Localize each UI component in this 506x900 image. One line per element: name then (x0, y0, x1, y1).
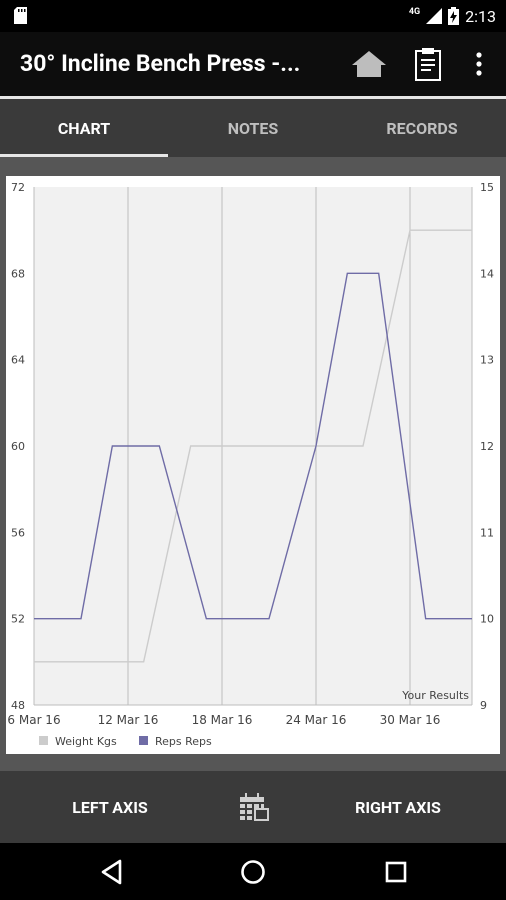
home-button[interactable] (348, 44, 390, 84)
x-tick-label: 18 Mar 16 (192, 713, 253, 727)
left-y-tick-label: 72 (11, 181, 25, 194)
x-tick-label: 24 Mar 16 (286, 713, 347, 727)
left-y-tick-label: 56 (11, 526, 25, 539)
clipboard-button[interactable] (410, 44, 446, 84)
left-axis-button[interactable]: LEFT AXIS (30, 771, 190, 843)
right-y-tick-label: 15 (480, 181, 494, 194)
tab-notes[interactable]: NOTES (169, 99, 337, 157)
battery-icon (448, 7, 460, 25)
legend-swatch (139, 736, 148, 745)
left-y-tick-label: 60 (11, 440, 25, 453)
left-y-tick-label: 68 (11, 267, 25, 280)
tab-bar: CHART NOTES RECORDS (0, 99, 506, 157)
x-tick-label: 6 Mar 16 (7, 713, 60, 727)
clipboard-icon (415, 48, 441, 81)
recents-icon (385, 861, 407, 883)
x-tick-label: 12 Mar 16 (98, 713, 159, 727)
sd-card-icon (14, 7, 27, 24)
status-bar: 4G 2:13 (0, 0, 506, 32)
back-icon (101, 859, 122, 885)
chart-annotation: Your Results (401, 689, 469, 702)
right-y-tick-label: 11 (480, 526, 494, 539)
more-vert-icon (476, 52, 482, 76)
right-y-tick-label: 12 (480, 440, 494, 453)
tab-records-label: RECORDS (386, 118, 458, 138)
recents-button[interactable] (376, 855, 416, 889)
tab-chart-label: CHART (57, 118, 111, 138)
network-type: 4G (408, 7, 421, 17)
calendar-button[interactable] (232, 771, 276, 843)
chart-card: 6 Mar 16 12 Mar 16 18 Mar 16 24 Mar 16 30 Ma… (6, 176, 500, 754)
page-title: 30° Incline Bench Press -... (20, 50, 301, 77)
home-circle-icon (241, 860, 265, 884)
legend-label: Reps Reps (155, 735, 212, 748)
right-axis-button[interactable]: RIGHT AXIS (318, 771, 478, 843)
left-y-tick-label: 64 (11, 354, 25, 367)
signal-icon (426, 8, 443, 24)
tab-records[interactable]: RECORDS (338, 99, 506, 157)
tab-chart[interactable]: CHART (0, 99, 168, 157)
x-tick-label: 30 Mar 16 (380, 713, 441, 727)
right-y-tick-label: 13 (480, 354, 494, 367)
app-bar: 30° Incline Bench Press -... (0, 32, 506, 96)
calendar-icon (240, 793, 269, 821)
home-icon (352, 51, 386, 77)
legend-label: Weight Kgs (55, 735, 117, 748)
back-button[interactable] (92, 855, 132, 889)
home-nav-button[interactable] (233, 855, 273, 889)
right-y-tick-label: 14 (480, 267, 494, 280)
right-y-tick-label: 10 (480, 613, 494, 626)
bottom-bar: LEFT AXIS RIGHT AXIS (0, 771, 506, 843)
clock: 2:13 (465, 6, 496, 26)
overflow-menu-button[interactable] (466, 44, 492, 84)
left-y-tick-label: 52 (11, 613, 25, 626)
navigation-bar (0, 843, 506, 900)
tab-notes-label: NOTES (227, 118, 279, 138)
right-y-tick-label: 9 (480, 699, 487, 712)
legend-swatch (39, 736, 48, 745)
left-y-tick-label: 48 (11, 699, 25, 712)
progress-chart: 6 Mar 16 12 Mar 16 18 Mar 16 24 Mar 16 30 Ma… (7, 181, 494, 748)
